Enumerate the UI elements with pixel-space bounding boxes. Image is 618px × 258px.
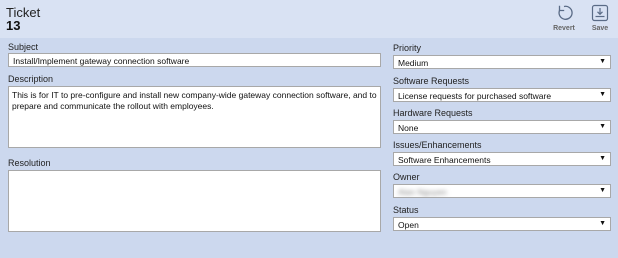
save-icon bbox=[591, 4, 609, 22]
software-requests-label: Software Requests bbox=[393, 76, 470, 86]
resolution-textarea[interactable] bbox=[8, 170, 381, 232]
save-label: Save bbox=[591, 25, 609, 32]
dropdown-arrow-icon: ▼ bbox=[599, 155, 606, 162]
issues-enhancements-label: Issues/Enhancements bbox=[393, 140, 482, 150]
owner-value: Alan Nguyen bbox=[398, 187, 447, 197]
header-bar: Ticket 13 Revert Save bbox=[0, 0, 618, 38]
priority-select[interactable]: Medium ▼ bbox=[393, 55, 611, 69]
software-requests-value: License requests for purchased software bbox=[398, 91, 552, 101]
dropdown-arrow-icon: ▼ bbox=[599, 220, 606, 227]
hardware-requests-select[interactable]: None ▼ bbox=[393, 120, 611, 134]
description-label: Description bbox=[8, 74, 54, 84]
issues-enhancements-value: Software Enhancements bbox=[398, 155, 491, 165]
priority-value: Medium bbox=[398, 58, 429, 68]
hardware-requests-label: Hardware Requests bbox=[393, 108, 473, 118]
ticket-number: 13 bbox=[6, 18, 21, 33]
resolution-label: Resolution bbox=[8, 158, 51, 168]
owner-label: Owner bbox=[393, 172, 420, 182]
subject-input[interactable]: Install/Implement gateway connection sof… bbox=[8, 53, 381, 67]
revert-icon bbox=[558, 5, 573, 20]
priority-label: Priority bbox=[393, 43, 422, 53]
revert-button[interactable]: Revert bbox=[546, 2, 582, 36]
description-textarea[interactable]: This is for IT to pre-configure and inst… bbox=[8, 86, 381, 148]
hardware-requests-value: None bbox=[398, 123, 419, 133]
dropdown-arrow-icon: ▼ bbox=[599, 58, 606, 65]
dropdown-arrow-icon: ▼ bbox=[599, 123, 606, 130]
issues-enhancements-select[interactable]: Software Enhancements ▼ bbox=[393, 152, 611, 166]
status-value: Open bbox=[398, 220, 419, 230]
subject-label: Subject bbox=[8, 42, 39, 52]
owner-select[interactable]: Alan Nguyen ▼ bbox=[393, 184, 611, 198]
status-select[interactable]: Open ▼ bbox=[393, 217, 611, 231]
dropdown-arrow-icon: ▼ bbox=[599, 187, 606, 194]
software-requests-select[interactable]: License requests for purchased software … bbox=[393, 88, 611, 102]
dropdown-arrow-icon: ▼ bbox=[599, 91, 606, 98]
revert-label: Revert bbox=[553, 25, 575, 32]
status-label: Status bbox=[393, 205, 419, 215]
save-button[interactable]: Save bbox=[582, 2, 618, 36]
